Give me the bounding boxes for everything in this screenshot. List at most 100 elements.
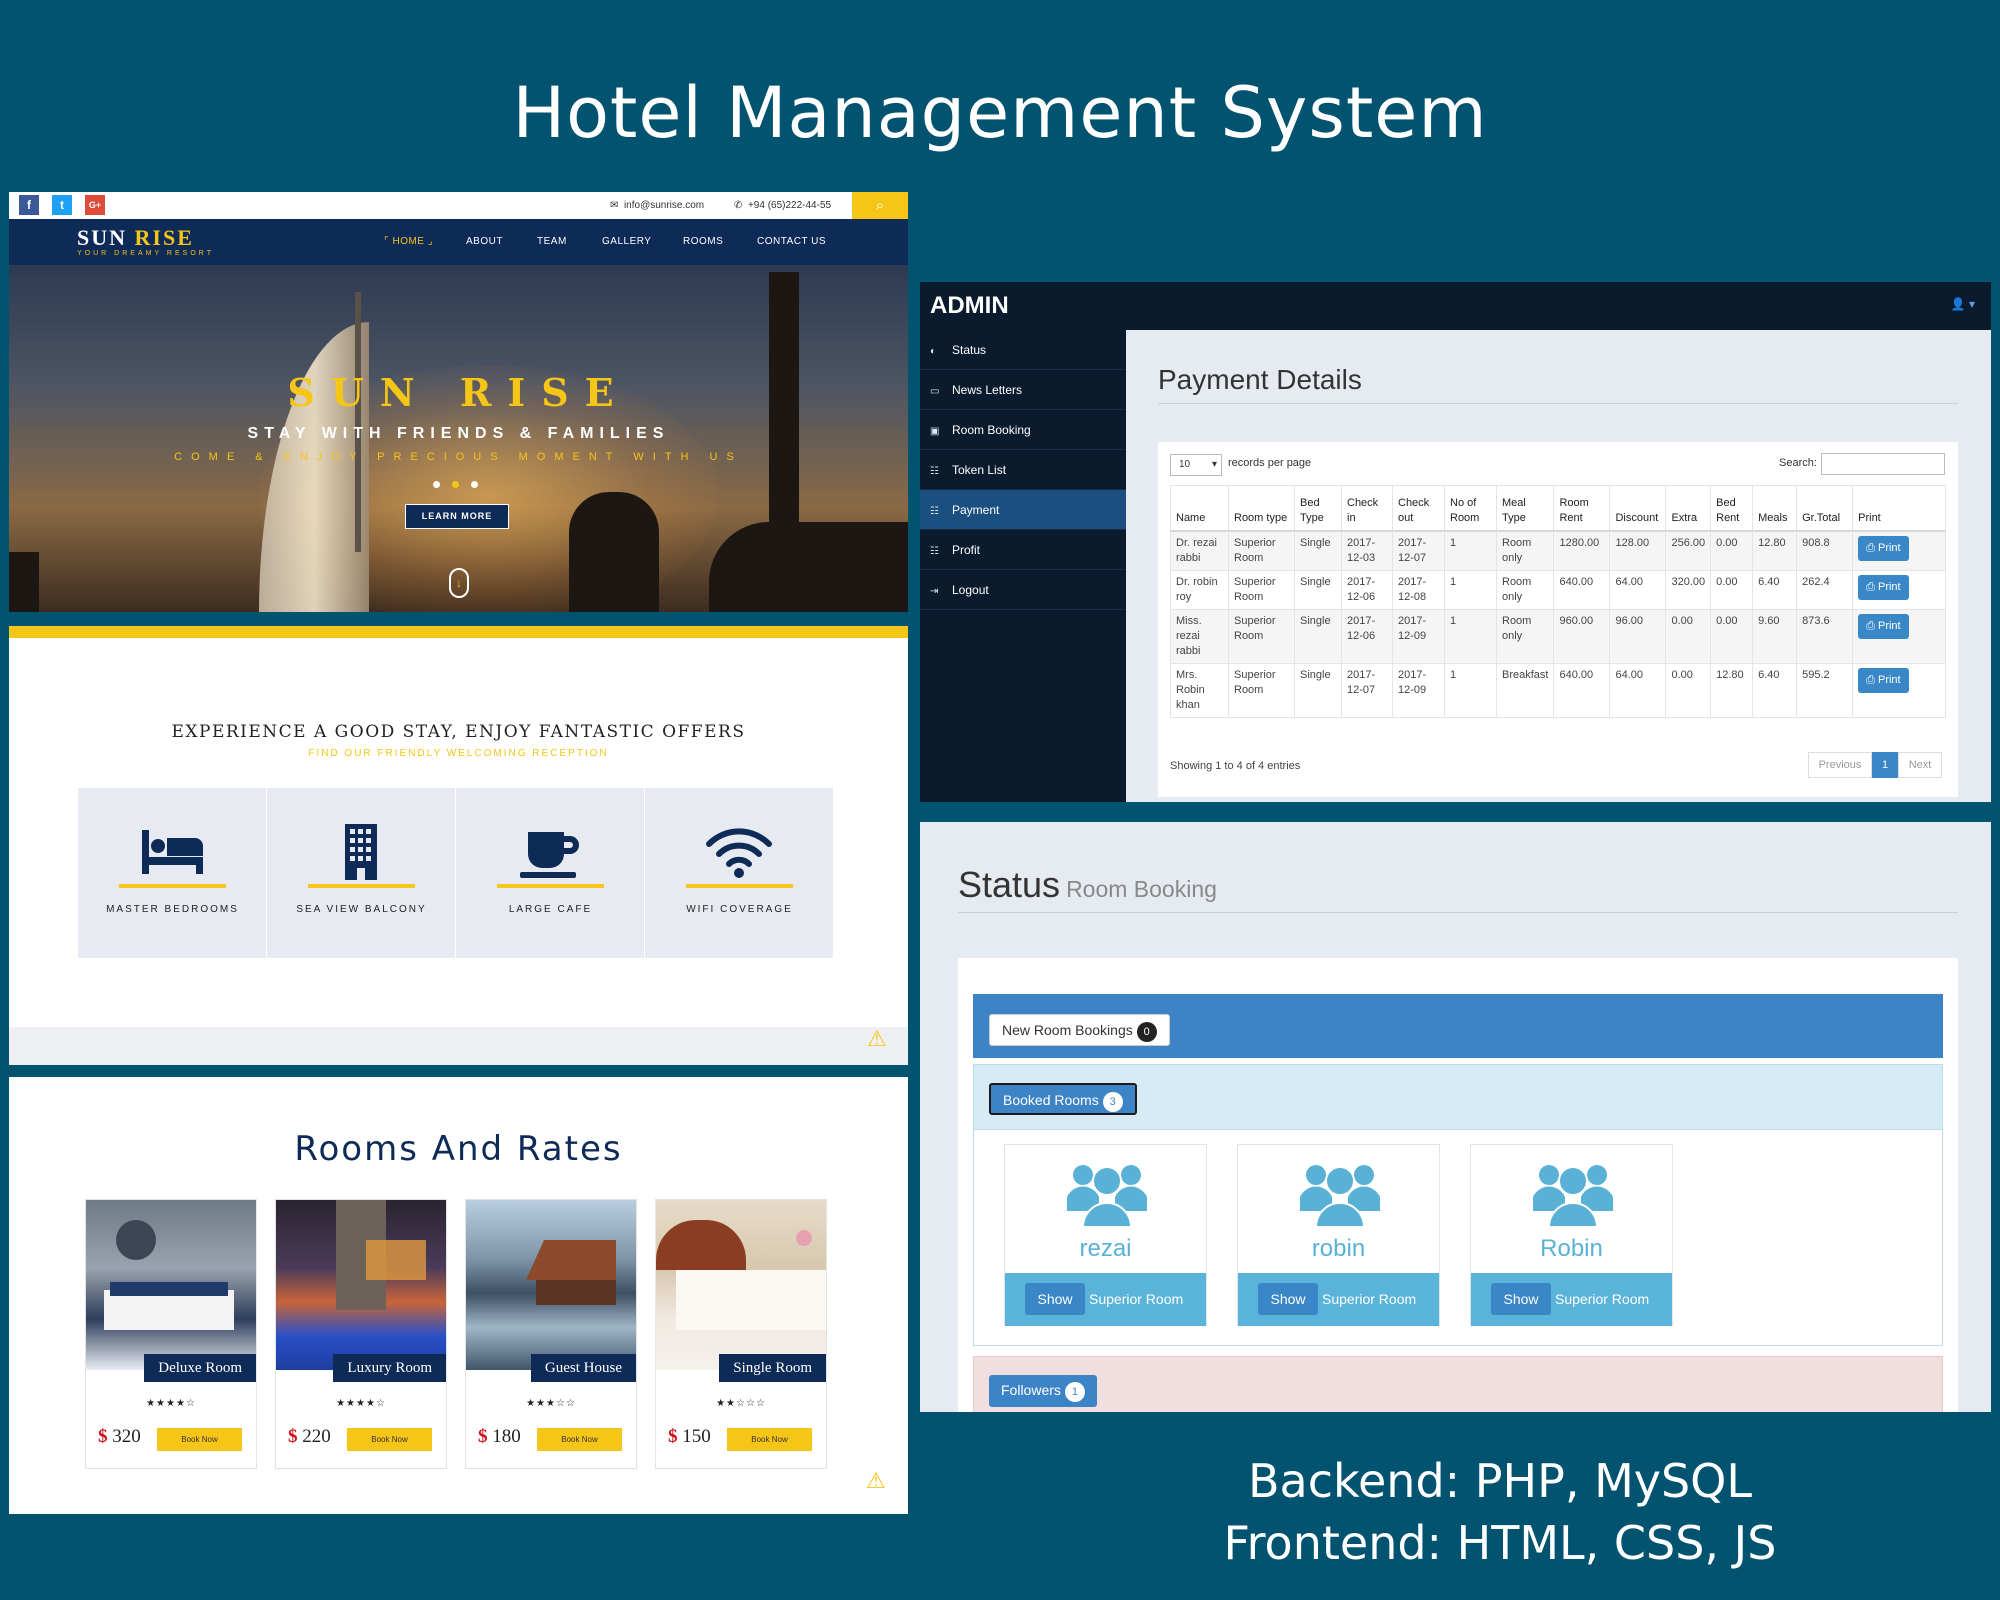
room-price: $ 180: [478, 1426, 521, 1448]
table-row: Dr. rezai rabbi Superior Room Single 2017-1…: [1170, 530, 1946, 571]
show-button[interactable]: Show: [1258, 1283, 1318, 1315]
column-header[interactable]: Discount: [1609, 485, 1667, 532]
room-card: Luxury Room ★★★★☆ $ 220 Book Now: [275, 1199, 447, 1469]
nav-home[interactable]: ⌜ HOME ⌟: [384, 236, 433, 247]
nav-gallery[interactable]: GALLERY: [602, 236, 651, 247]
google-plus-icon[interactable]: G+: [85, 195, 105, 215]
print-button[interactable]: ⎙ Print: [1858, 667, 1909, 693]
book-now-button[interactable]: Book Now: [537, 1428, 622, 1451]
column-header[interactable]: Room type: [1228, 485, 1295, 532]
phone-contact[interactable]: ✆ +94 (65)222-44-55: [734, 192, 831, 219]
sidebar-item-profit[interactable]: ☷ Profit: [920, 530, 1126, 570]
table-cell: 262.4: [1796, 569, 1854, 610]
print-button[interactable]: ⎙ Print: [1858, 574, 1909, 600]
site-logo[interactable]: SUN RISE: [77, 225, 194, 251]
print-button[interactable]: ⎙ Print: [1858, 613, 1909, 639]
slider-dot-1[interactable]: [433, 481, 440, 488]
nav-team[interactable]: TEAM: [537, 236, 567, 247]
facilities-subtitle: FIND OUR FRIENDLY WELCOMING RECEPTION: [308, 748, 609, 759]
status-box: New Room Bookings 0 Booked Rooms 3 rezai S…: [958, 958, 1958, 1412]
table-cell: Miss. rezai rabbi: [1170, 608, 1229, 664]
column-header[interactable]: Meals: [1752, 485, 1798, 532]
button-label: Followers: [1001, 1382, 1061, 1398]
users-icon: [1067, 1165, 1147, 1227]
twitter-icon[interactable]: t: [52, 195, 72, 215]
logout-icon: ⇥: [930, 586, 939, 597]
nav-contact[interactable]: CONTACT US: [757, 236, 826, 247]
table-cell: 6.40: [1752, 662, 1798, 718]
column-header[interactable]: No of Room: [1444, 485, 1497, 532]
table-cell: Single: [1294, 569, 1342, 610]
new-room-bookings-button[interactable]: New Room Bookings 0: [989, 1014, 1170, 1046]
table-cell: 908.8: [1796, 530, 1854, 571]
admin-brand[interactable]: ADMIN: [930, 292, 1009, 320]
table-cell: 2017-12-03: [1341, 530, 1393, 571]
column-header[interactable]: Check in: [1341, 485, 1393, 532]
print-label: Print: [1877, 673, 1901, 686]
list-icon: ☷: [930, 546, 939, 557]
column-header[interactable]: Bed Type: [1294, 485, 1342, 532]
table-cell: 2017-12-08: [1392, 569, 1445, 610]
column-header[interactable]: Meal Type: [1495, 485, 1555, 532]
column-header[interactable]: Room Rent: [1553, 485, 1611, 532]
book-now-button[interactable]: Book Now: [347, 1428, 432, 1451]
followers-button[interactable]: Followers 1: [989, 1375, 1097, 1407]
print-label: Print: [1877, 541, 1901, 554]
slider-dot-3[interactable]: [471, 481, 478, 488]
column-header[interactable]: Bed Rent: [1710, 485, 1754, 532]
table-cell: 96.00: [1609, 608, 1667, 664]
slider-dot-2[interactable]: [452, 481, 459, 488]
printer-icon: ⎙: [1866, 673, 1878, 686]
nav-about[interactable]: ABOUT: [466, 236, 503, 247]
count-badge: 0: [1136, 1022, 1157, 1042]
facility-label: MASTER BEDROOMS: [106, 904, 239, 915]
hero-title: SUN RISE: [287, 370, 630, 415]
search-input[interactable]: [1821, 453, 1945, 475]
sidebar-item-label: News Letters: [952, 383, 1023, 397]
show-button[interactable]: Show: [1025, 1283, 1085, 1315]
scroll-down-icon[interactable]: ↓: [449, 568, 469, 598]
sidebar-item-newsletters[interactable]: ▭ News Letters: [920, 370, 1126, 410]
pager-next[interactable]: Next: [1898, 752, 1942, 778]
book-now-button[interactable]: Book Now: [157, 1428, 242, 1451]
learn-more-button[interactable]: LEARN MORE: [405, 504, 509, 529]
table-cell: 2017-12-09: [1392, 662, 1445, 718]
table-cell: 6.40: [1752, 569, 1798, 610]
email-contact[interactable]: ✉ info@sunrise.com: [610, 192, 704, 219]
pager-previous[interactable]: Previous: [1808, 752, 1872, 778]
sidebar-item-room-booking[interactable]: ▣ Room Booking: [920, 410, 1126, 450]
hero-palm-silhouette: [9, 552, 39, 612]
print-button[interactable]: ⎙ Print: [1858, 535, 1909, 561]
user-menu-icon[interactable]: 👤 ▾: [1951, 297, 1975, 311]
table-info: Showing 1 to 4 of 4 entries: [1170, 760, 1301, 772]
user-name: robin: [1311, 1235, 1366, 1262]
show-button[interactable]: Show: [1491, 1283, 1551, 1315]
logo-tagline: YOUR DREAMY RESORT: [77, 250, 214, 257]
pager-page-1[interactable]: 1: [1872, 752, 1898, 778]
sidebar-item-status[interactable]: ◐ Status: [920, 330, 1126, 370]
currency-symbol: $: [98, 1426, 108, 1447]
book-now-button[interactable]: Book Now: [727, 1428, 812, 1451]
facility-card: LARGE CAFE: [456, 788, 645, 958]
site-facilities-screenshot: EXPERIENCE A GOOD STAY, ENJOY FANTASTIC …: [9, 626, 908, 1065]
column-header[interactable]: Extra: [1665, 485, 1712, 532]
records-per-page-select[interactable]: 10 ▾: [1170, 454, 1222, 476]
search-icon[interactable]: ⌕: [852, 192, 908, 219]
rooms-title: Rooms And Rates: [294, 1129, 623, 1169]
user-card: rezai Show Superior Room: [1004, 1144, 1207, 1326]
column-header[interactable]: Print: [1852, 485, 1946, 532]
column-header[interactable]: Gr.Total: [1796, 485, 1854, 532]
facebook-icon[interactable]: f: [19, 195, 39, 215]
price-value: 320: [112, 1426, 141, 1447]
hero-hotel-building: [259, 322, 369, 612]
sidebar-item-token-list[interactable]: ☷ Token List: [920, 450, 1126, 490]
column-header[interactable]: Check out: [1392, 485, 1445, 532]
price-value: 180: [492, 1426, 521, 1447]
sidebar-item-logout[interactable]: ⇥ Logout: [920, 570, 1126, 610]
image-icon: ▣: [930, 426, 940, 437]
booked-rooms-button[interactable]: Booked Rooms 3: [989, 1083, 1137, 1115]
column-header[interactable]: Name: [1170, 485, 1229, 532]
sidebar-item-payment[interactable]: ☷ Payment: [920, 490, 1126, 530]
logo-word-1: SUN: [77, 225, 128, 250]
nav-rooms[interactable]: ROOMS: [683, 236, 723, 247]
